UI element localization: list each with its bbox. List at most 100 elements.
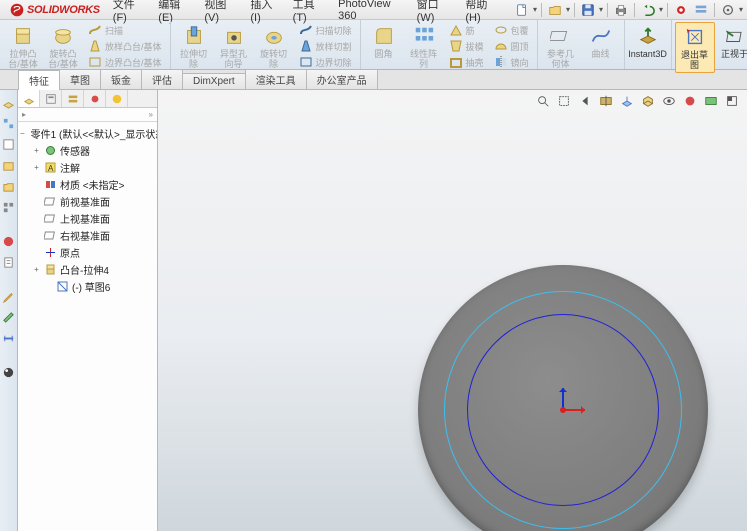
- plane-icon: [44, 229, 57, 242]
- tab-evaluate[interactable]: 评估: [141, 69, 183, 89]
- rail-explorer-icon[interactable]: [1, 178, 17, 194]
- sketch-icon: [56, 280, 69, 293]
- tree-sensors[interactable]: + 传感器: [20, 142, 155, 159]
- display-style-icon[interactable]: [639, 92, 657, 110]
- qat-print-button[interactable]: [612, 2, 630, 18]
- tab-dimxpert[interactable]: DimXpert: [182, 73, 246, 89]
- qat-options-button[interactable]: [692, 2, 710, 18]
- hide-show-icon[interactable]: [660, 92, 678, 110]
- fm-tab-display-icon[interactable]: [106, 90, 128, 107]
- plane-icon: [44, 195, 57, 208]
- qat-rebuild-button[interactable]: [672, 2, 690, 18]
- tab-sketch[interactable]: 草图: [59, 69, 101, 89]
- wrap-button[interactable]: 包覆: [492, 22, 531, 38]
- rail-library-icon[interactable]: [1, 157, 17, 173]
- fm-panel-arrow-icon[interactable]: »: [149, 110, 153, 119]
- rail-custom-props-icon[interactable]: [1, 254, 17, 270]
- edit-appearance-icon[interactable]: [681, 92, 699, 110]
- rail-pencil-icon[interactable]: [1, 288, 17, 304]
- tree-root[interactable]: − 零件1 (默认<<默认>_显示状态: [20, 125, 155, 142]
- qat-undo-button[interactable]: [639, 2, 657, 18]
- command-tabs: 特征 草图 钣金 评估 DimXpert 渲染工具 办公室产品: [0, 70, 747, 90]
- loft-cut-button[interactable]: 放样切割: [297, 38, 354, 54]
- reference-geometry-button[interactable]: 参考几 何体: [541, 22, 581, 71]
- origin-icon: [44, 246, 57, 259]
- rib-button[interactable]: 筋: [447, 22, 486, 38]
- graphics-viewport[interactable]: [158, 90, 747, 531]
- tab-features[interactable]: 特征: [18, 70, 60, 90]
- loft-boss-button[interactable]: 放样凸台/基体: [86, 38, 164, 54]
- sweep-cut-button[interactable]: 扫描切除: [297, 22, 354, 38]
- shell-button[interactable]: 抽壳: [447, 54, 486, 70]
- part-cylinder[interactable]: [418, 265, 708, 531]
- tree-front-plane[interactable]: 前视基准面: [20, 193, 155, 210]
- rail-assembly-icon[interactable]: [1, 115, 17, 131]
- menubar: SOLIDWORKS 文件(F) 编辑(E) 视图(V) 插入(I) 工具(T)…: [0, 0, 747, 20]
- ribbon: 拉伸凸 台/基体 旋转凸 台/基体 扫描 放样凸台/基体 边界凸台/基体 拉伸切…: [0, 20, 747, 70]
- zoom-fit-icon[interactable]: [534, 92, 552, 110]
- draft-button[interactable]: 拔模: [447, 38, 486, 54]
- instant3d-button[interactable]: Instant3D: [628, 22, 668, 61]
- app-logo: SOLIDWORKS: [4, 3, 106, 17]
- quick-access-toolbar: ▾ ▾ ▾ ▾ ▾: [513, 2, 743, 18]
- tree-material[interactable]: 材质 <未指定>: [20, 176, 155, 193]
- fm-tab-config-icon[interactable]: [62, 90, 84, 107]
- curves-button[interactable]: 曲线: [581, 22, 621, 61]
- tree-right-plane[interactable]: 右视基准面: [20, 227, 155, 244]
- dome-button[interactable]: 圆顶: [492, 38, 531, 54]
- fm-controls: ▸ »: [18, 108, 157, 122]
- qat-save-button[interactable]: [579, 2, 597, 18]
- main-area: ▸ » − 零件1 (默认<<默认>_显示状态 + 传感器 + A 注解: [0, 90, 747, 531]
- feature-manager-panel: ▸ » − 零件1 (默认<<默认>_显示状态 + 传感器 + A 注解: [18, 90, 158, 531]
- linear-pattern-button[interactable]: 线性阵 列: [404, 22, 444, 71]
- tree-origin[interactable]: 原点: [20, 244, 155, 261]
- origin-point-icon: [560, 407, 566, 413]
- annotation-icon: A: [44, 161, 57, 174]
- rail-dim-icon[interactable]: [1, 330, 17, 346]
- prev-view-icon[interactable]: [576, 92, 594, 110]
- extrude-cut-button[interactable]: 拉伸切 除: [174, 22, 214, 71]
- section-view-icon[interactable]: [597, 92, 615, 110]
- qat-open-button[interactable]: [546, 2, 564, 18]
- hole-wizard-button[interactable]: 异型孔 向导: [214, 22, 254, 71]
- boundary-boss-button[interactable]: 边界凸台/基体: [86, 54, 164, 70]
- view-orient-icon[interactable]: [618, 92, 636, 110]
- extrude-boss-button[interactable]: 拉伸凸 台/基体: [3, 22, 43, 71]
- sweep-button[interactable]: 扫描: [86, 22, 164, 38]
- rail-render-icon[interactable]: [1, 364, 17, 380]
- boundary-cut-button[interactable]: 边界切除: [297, 54, 354, 70]
- rail-part-icon[interactable]: [1, 94, 17, 110]
- tree-top-plane[interactable]: 上视基准面: [20, 210, 155, 227]
- rail-measure-icon[interactable]: [1, 309, 17, 325]
- tree-sketch6[interactable]: (-) 草图6: [20, 278, 155, 295]
- sensor-icon: [44, 144, 57, 157]
- qat-new-button[interactable]: [513, 2, 531, 18]
- revolve-boss-button[interactable]: 旋转凸 台/基体: [43, 22, 83, 71]
- fm-tab-dimxpert-icon[interactable]: [84, 90, 106, 107]
- heads-up-view-toolbar: [534, 92, 741, 110]
- extrude-icon: [44, 263, 57, 276]
- rail-drawing-icon[interactable]: [1, 136, 17, 152]
- tab-render[interactable]: 渲染工具: [245, 69, 307, 89]
- fillet-button[interactable]: 圆角: [364, 22, 404, 61]
- zoom-area-icon[interactable]: [555, 92, 573, 110]
- rail-view-palette-icon[interactable]: [1, 199, 17, 215]
- mirror-button[interactable]: 镜向: [492, 54, 531, 70]
- app-brand-text: SOLIDWORKS: [27, 4, 100, 16]
- fm-expand-icon[interactable]: ▸: [22, 110, 26, 119]
- tree-annotations[interactable]: + A 注解: [20, 159, 155, 176]
- fm-tab-tree-icon[interactable]: [18, 90, 40, 107]
- apply-scene-icon[interactable]: [702, 92, 720, 110]
- view-settings-icon[interactable]: [723, 92, 741, 110]
- qat-settings-button[interactable]: [719, 2, 737, 18]
- tree-boss-extrude[interactable]: + 凸台-拉伸4: [20, 261, 155, 278]
- left-task-pane-rail: [0, 90, 18, 531]
- normal-to-button[interactable]: 正视于: [715, 22, 747, 61]
- tab-sheetmetal[interactable]: 钣金: [100, 69, 142, 89]
- rail-appearances-icon[interactable]: [1, 233, 17, 249]
- revolve-cut-button[interactable]: 旋转切 除: [254, 22, 294, 71]
- plane-icon: [44, 212, 57, 225]
- fm-tab-property-icon[interactable]: [40, 90, 62, 107]
- tab-office[interactable]: 办公室产品: [306, 69, 378, 89]
- exit-sketch-button[interactable]: 退出草 图: [675, 22, 715, 73]
